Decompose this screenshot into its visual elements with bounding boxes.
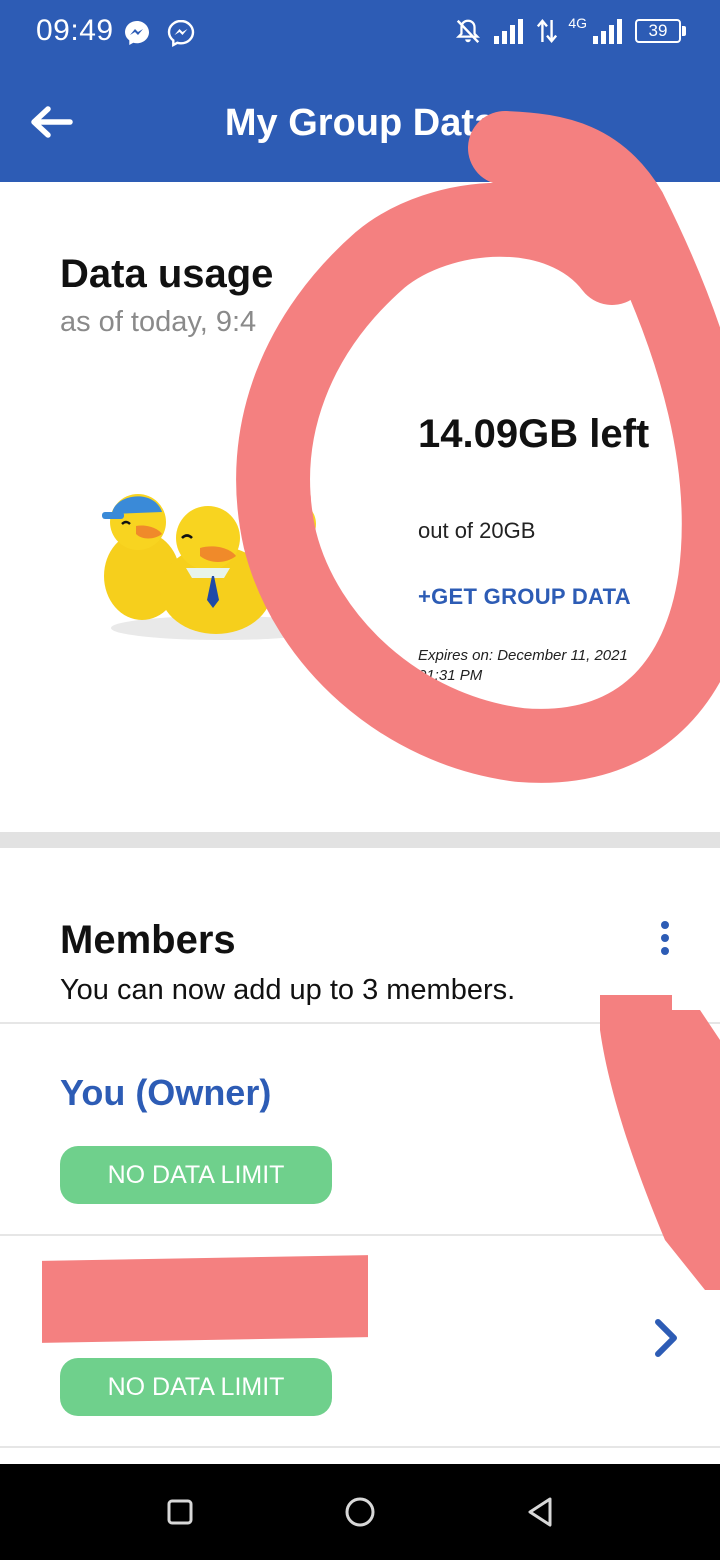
ducks-illustration <box>102 489 331 640</box>
messenger-outline-icon <box>167 19 195 48</box>
status-time: 09:49 <box>36 14 114 47</box>
battery-icon: 39 <box>635 19 686 43</box>
data-total: out of 20GB <box>418 518 536 543</box>
signal-icon <box>494 19 524 44</box>
more-vertical-icon[interactable] <box>650 918 680 962</box>
home-circle-icon[interactable] <box>340 1492 380 1532</box>
messenger-icon <box>125 21 149 45</box>
battery-level: 39 <box>635 19 681 43</box>
status-bar: 09:49 4G 39 <box>0 0 720 70</box>
data-arrows-icon <box>537 19 558 43</box>
members-title: Members <box>60 918 236 962</box>
usage-timestamp: as of today, 9:4 <box>60 306 257 338</box>
usage-title: Data usage <box>60 252 274 296</box>
data-limit-badge: NO DATA LIMIT <box>60 1146 332 1204</box>
row-divider <box>0 1446 720 1448</box>
expiry-date: Expires on: December 11, 2021 01:31 PM <box>418 647 628 684</box>
app-bar: My Group Data <box>0 70 720 182</box>
member-row-2[interactable]: NO DATA LIMIT <box>0 1236 720 1446</box>
data-limit-badge: NO DATA LIMIT <box>60 1358 332 1416</box>
recents-square-icon[interactable] <box>160 1492 200 1532</box>
page-title: My Group Data <box>224 102 496 144</box>
network-type-label: 4G <box>568 15 587 31</box>
member-name: You (Owner) <box>60 1072 272 1113</box>
section-divider <box>0 832 720 848</box>
redacted-member-name <box>42 1255 368 1343</box>
data-remaining: 14.09GB left <box>418 412 650 456</box>
system-nav-bar <box>0 1464 720 1560</box>
system-icons: 4G 39 <box>454 15 686 46</box>
get-group-data-link[interactable]: +GET GROUP DATA <box>418 584 631 610</box>
signal-icon-secondary <box>593 19 622 44</box>
chevron-right-icon[interactable] <box>650 1316 684 1360</box>
mute-icon <box>456 19 481 44</box>
member-row-owner[interactable]: You (Owner) NO DATA LIMIT <box>0 1024 720 1234</box>
members-subtitle: You can now add up to 3 members. <box>60 974 516 1006</box>
back-triangle-icon[interactable] <box>520 1492 560 1532</box>
data-usage-card: Data usage as of today, 9:4 14.09GB left… <box>0 182 720 832</box>
notification-icons <box>122 18 196 48</box>
